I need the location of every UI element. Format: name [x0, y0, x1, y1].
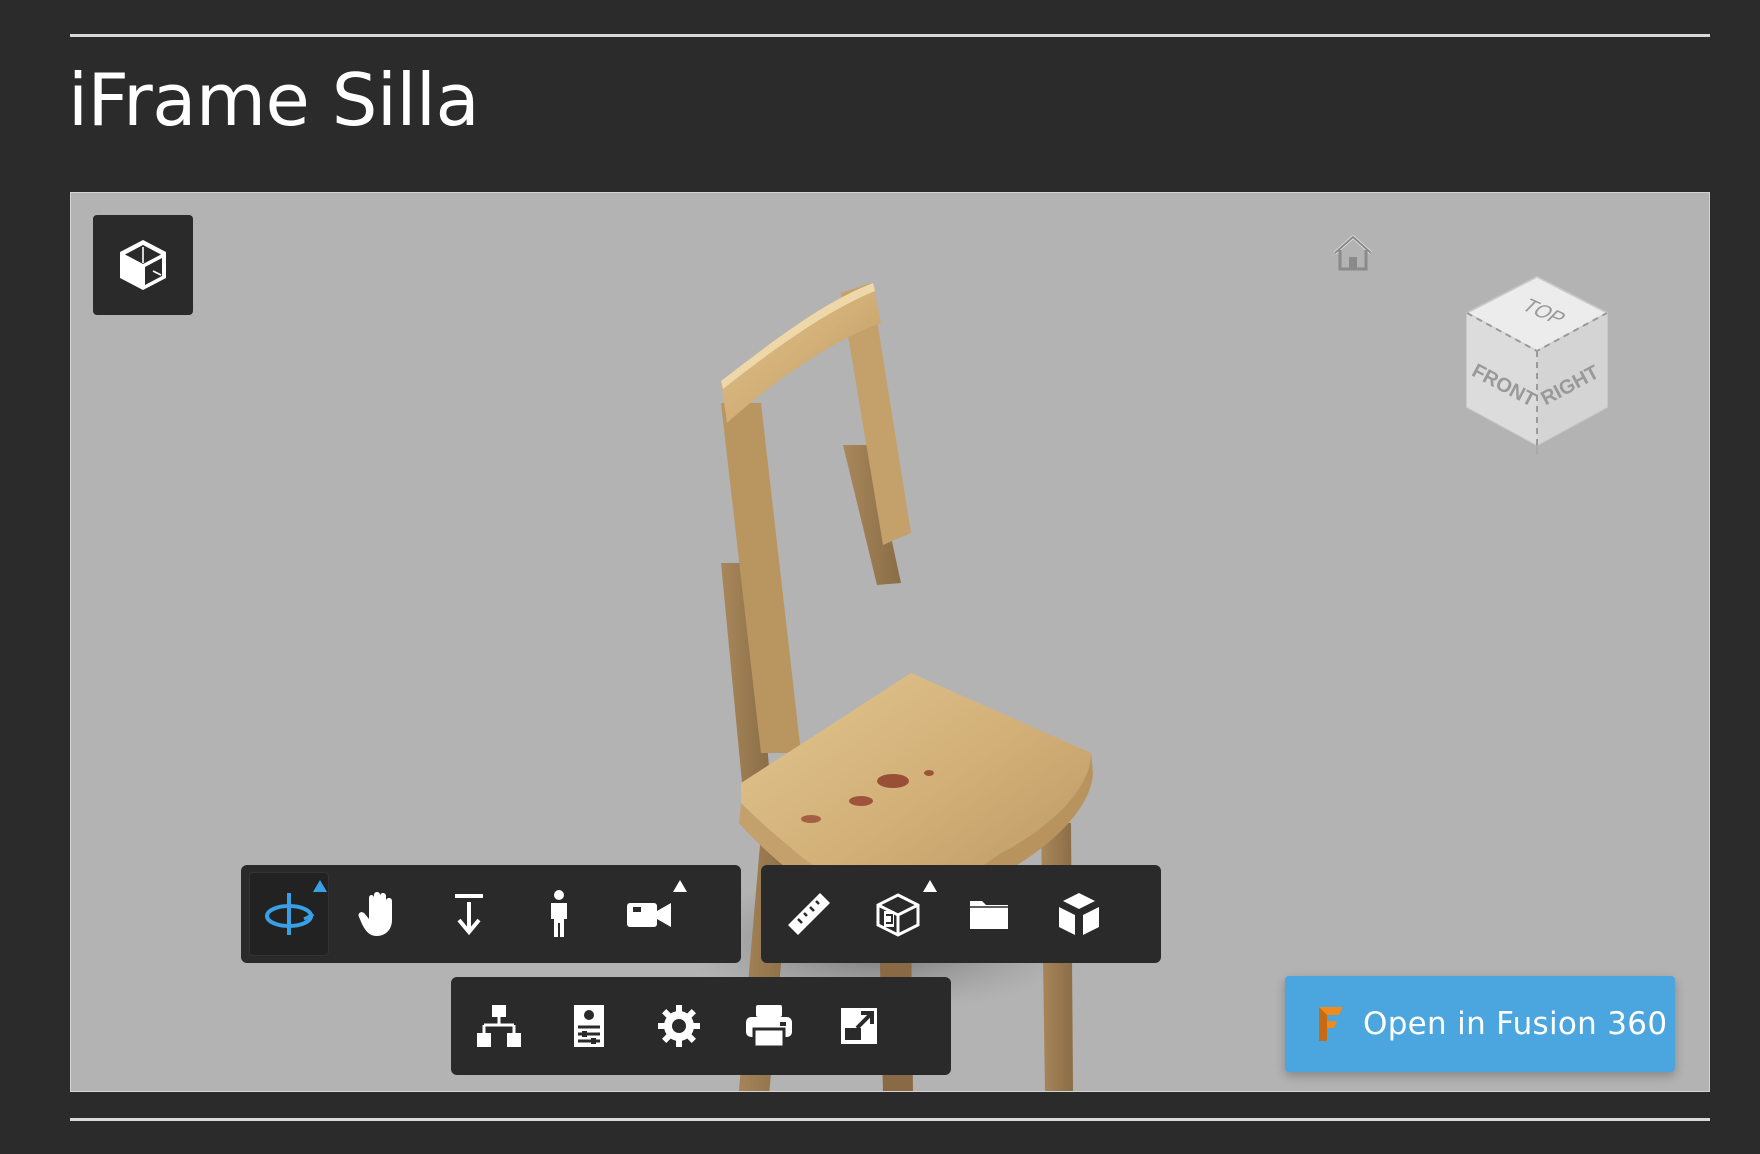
- section-analysis-button[interactable]: [859, 872, 939, 956]
- explode-icon: [1059, 893, 1099, 935]
- model-browser-icon: [970, 901, 1008, 929]
- section-analysis-icon: [876, 893, 920, 937]
- settings-toolbar: [451, 977, 951, 1075]
- camera-menu-caret[interactable]: [673, 880, 687, 892]
- pan-icon: [358, 892, 392, 936]
- first-person-button[interactable]: [519, 872, 599, 956]
- open-in-fusion-button[interactable]: Open in Fusion 360: [1285, 976, 1675, 1072]
- orbit-icon: [265, 893, 315, 935]
- gear-icon: [658, 1005, 700, 1047]
- orbit-button[interactable]: [249, 872, 329, 956]
- cube-icon: [120, 240, 166, 290]
- fullscreen-icon: [841, 1008, 877, 1044]
- print-icon: [746, 1005, 792, 1049]
- properties-button[interactable]: [549, 984, 629, 1068]
- structure-button[interactable]: [459, 984, 539, 1068]
- chair-model[interactable]: [571, 233, 1271, 1092]
- viewcube[interactable]: TOP FRONT RIGHT: [1457, 271, 1617, 455]
- print-button[interactable]: [729, 984, 809, 1068]
- structure-icon: [477, 1005, 521, 1047]
- measure-button[interactable]: [769, 872, 849, 956]
- fullscreen-button[interactable]: [819, 984, 899, 1068]
- top-divider: [70, 34, 1710, 37]
- home-icon[interactable]: [1329, 231, 1377, 275]
- zoom-button[interactable]: [429, 872, 509, 956]
- open-in-fusion-label: Open in Fusion 360: [1363, 1006, 1668, 1042]
- section-menu-caret[interactable]: [923, 880, 937, 892]
- properties-icon: [574, 1005, 604, 1047]
- zoom-icon: [455, 894, 483, 936]
- tools-toolbar: [761, 865, 1161, 963]
- model-browser-button[interactable]: [949, 872, 1029, 956]
- first-person-icon: [551, 890, 567, 937]
- navigation-toolbar: [241, 865, 741, 963]
- measure-icon: [788, 893, 830, 935]
- 3d-viewer[interactable]: TOP FRONT RIGHT Open in Fusion 360: [70, 192, 1710, 1092]
- camera-icon: [627, 903, 671, 927]
- orbit-menu-caret[interactable]: [313, 880, 327, 892]
- settings-button[interactable]: [639, 984, 719, 1068]
- pan-button[interactable]: [339, 872, 419, 956]
- page-title: iFrame Silla: [68, 58, 480, 142]
- model-toggle-button[interactable]: [93, 215, 193, 315]
- explode-button[interactable]: [1039, 872, 1119, 956]
- bottom-divider: [70, 1118, 1710, 1121]
- camera-button[interactable]: [609, 872, 689, 956]
- fusion-logo-icon: [1319, 1007, 1343, 1041]
